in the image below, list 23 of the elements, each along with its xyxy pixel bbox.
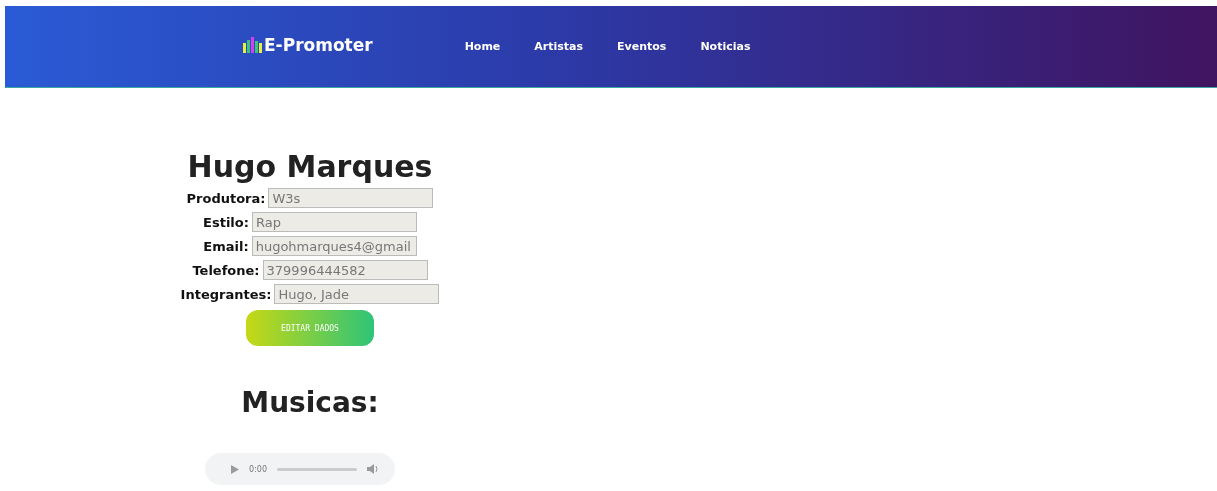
volume-icon[interactable]	[367, 464, 379, 474]
input-field[interactable]: 379996444582	[262, 260, 428, 280]
nav-link[interactable]: Home	[464, 40, 501, 53]
input-field[interactable]: Hugo, Jade	[274, 284, 440, 304]
logo-text[interactable]: E-Promoter	[264, 34, 373, 55]
field-label: Telefone:	[192, 262, 260, 278]
time-label: 0:00	[249, 464, 267, 474]
input-field[interactable]: W3s	[268, 188, 434, 208]
bar-chart-icon	[243, 36, 263, 53]
field-label: Integrantes:	[180, 286, 272, 302]
input-field[interactable]: hugohmarques4@gmail	[251, 236, 417, 256]
nav-link[interactable]: Noticias	[700, 40, 751, 53]
field-label: Produtora:	[186, 190, 266, 206]
play-icon[interactable]	[231, 464, 239, 474]
artist-name: Hugo Marques	[187, 149, 433, 184]
nav-link[interactable]: Artistas	[534, 40, 584, 53]
field-label: Email:	[203, 238, 249, 254]
edit-button[interactable]: EDITAR DADOS	[246, 310, 374, 346]
field-label: Estilo:	[203, 214, 249, 230]
section-heading: Musicas:	[241, 386, 379, 419]
nav-link[interactable]: Eventos	[617, 40, 667, 53]
input-field[interactable]: Rap	[251, 212, 417, 232]
progress-track[interactable]	[276, 467, 357, 471]
